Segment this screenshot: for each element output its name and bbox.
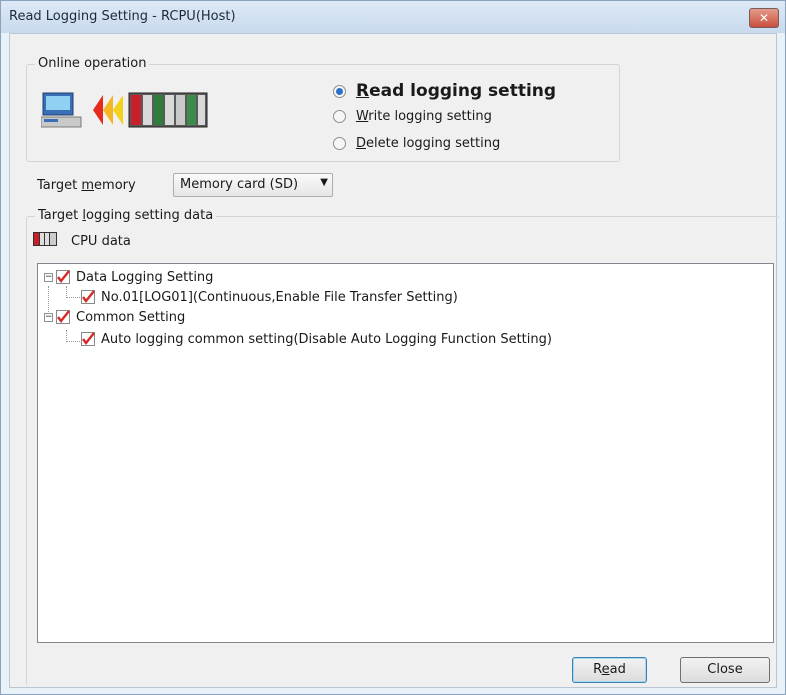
target-logging-setting-data-label: Target logging setting data [35, 208, 217, 223]
target-memory-value: Memory card (SD) [180, 177, 299, 192]
read-logging-setting-dialog: Read Logging Setting - RCPU(Host) ✕ Onli… [0, 0, 786, 695]
tree-item-data-logging-setting[interactable]: − Data Logging Setting [44, 268, 213, 286]
cpu-module-icon [33, 232, 57, 246]
tree-item-log01[interactable]: No.01[LOG01](Continuous,Enable File Tran… [81, 288, 458, 306]
close-icon[interactable]: ✕ [749, 8, 779, 28]
radio-button-selected[interactable] [333, 84, 346, 98]
dialog-body: Online operation Read logging setting Wr… [9, 33, 780, 688]
checkbox-checked-icon[interactable] [81, 332, 95, 346]
online-operation-label: Online operation [35, 56, 150, 71]
target-logging-setting-data-group: Target logging setting data CPU data − D… [26, 208, 780, 686]
collapse-icon[interactable]: − [44, 272, 53, 282]
tree-item-auto-logging-common[interactable]: Auto logging common setting(Disable Auto… [81, 330, 552, 348]
checkbox-checked-icon[interactable] [81, 290, 95, 304]
title-bar[interactable]: Read Logging Setting - RCPU(Host) ✕ [1, 1, 785, 33]
delete-logging-setting-label: Delete logging setting [356, 136, 501, 151]
write-logging-setting-label: Write logging setting [356, 109, 492, 124]
online-operation-group: Online operation Read logging setting Wr… [26, 56, 620, 162]
read-button[interactable]: Read [572, 657, 647, 683]
close-button[interactable]: Close [680, 657, 770, 683]
radio-read-logging-setting[interactable]: Read logging setting [333, 81, 556, 101]
tree-item-label: Auto logging common setting(Disable Auto… [101, 331, 552, 347]
window-title: Read Logging Setting - RCPU(Host) [9, 9, 236, 24]
chevron-down-icon: ▼ [320, 177, 328, 188]
target-memory-label: Target memory [37, 178, 136, 193]
cpu-data-label: CPU data [71, 234, 131, 249]
checkbox-checked-icon[interactable] [56, 270, 70, 284]
collapse-icon[interactable]: − [44, 312, 53, 322]
radio-write-logging-setting[interactable]: Write logging setting [333, 109, 492, 124]
radio-delete-logging-setting[interactable]: Delete logging setting [333, 136, 500, 151]
target-memory-select[interactable]: Memory card (SD) ▼ [173, 173, 333, 197]
tree-item-label: Data Logging Setting [76, 269, 214, 285]
pc-to-cpu-transfer-icon [41, 92, 208, 128]
radio-button[interactable] [333, 110, 346, 123]
radio-button[interactable] [333, 137, 346, 150]
read-logging-setting-label: Read logging setting [356, 81, 557, 101]
logging-setting-tree[interactable]: − Data Logging Setting No.01[LOG01](Cont… [37, 263, 774, 643]
tree-item-label: No.01[LOG01](Continuous,Enable File Tran… [101, 289, 458, 305]
tree-item-common-setting[interactable]: − Common Setting [44, 308, 185, 326]
checkbox-checked-icon[interactable] [56, 310, 70, 324]
tree-item-label: Common Setting [76, 309, 186, 325]
